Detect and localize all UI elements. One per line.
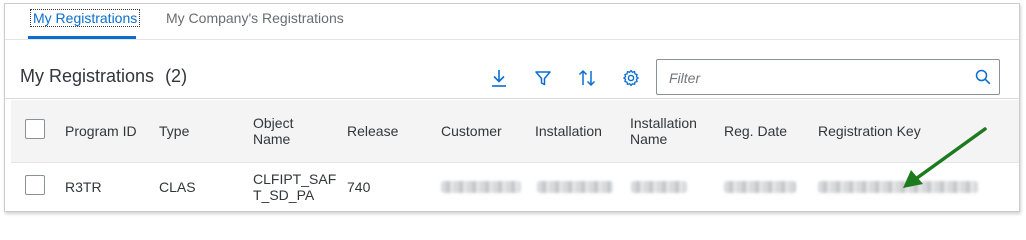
column-header-type[interactable]: Type [159,123,189,139]
tab-my-registrations[interactable]: My Registrations [30,9,141,27]
cell-installation-name-redacted [631,181,687,193]
column-header-program-id[interactable]: Program ID [65,123,137,139]
search-icon[interactable] [975,69,991,85]
tab-my-company-registrations-label: My Company's Registrations [166,10,344,26]
registrations-panel: My Registrations My Company's Registrati… [4,3,1020,212]
tab-my-registrations-label: My Registrations [30,9,141,27]
filter-input[interactable] [667,67,961,89]
table-header-row: Program ID Type Object Name Release Cust… [11,100,1019,163]
column-header-release[interactable]: Release [347,123,398,139]
sort-icon[interactable] [576,67,598,89]
column-header-customer[interactable]: Customer [441,123,502,139]
cell-release: 740 [347,179,371,195]
filter-search-field[interactable] [656,59,1000,95]
settings-icon[interactable] [620,67,642,89]
cell-program-id: R3TR [65,179,102,195]
column-header-installation[interactable]: Installation [535,123,602,139]
active-tab-indicator [28,36,136,39]
column-header-installation-name[interactable]: Installation Name [630,115,697,147]
annotation-arrow-icon [903,127,987,188]
filter-icon[interactable] [532,67,554,89]
tab-my-company-registrations[interactable]: My Company's Registrations [166,10,344,26]
row-select-checkbox[interactable] [25,175,45,195]
select-all-checkbox[interactable] [25,119,45,139]
cell-type: CLAS [159,179,196,195]
download-icon[interactable] [488,67,510,89]
cell-installation-redacted [537,181,613,193]
column-header-reg-date[interactable]: Reg. Date [724,123,787,139]
table-row[interactable]: R3TR CLAS CLFIPT_SAF T_SD_PA 740 [11,163,1019,211]
table-row-count: (2) [165,66,188,86]
cell-object-name: CLFIPT_SAF T_SD_PA [253,171,337,203]
column-header-object-name[interactable]: Object Name [253,115,293,147]
table-title-text: My Registrations [20,66,155,86]
cell-reg-date-redacted [724,181,796,193]
cell-customer-redacted [441,181,521,193]
tab-bar: My Registrations My Company's Registrati… [5,4,1019,40]
table-title: My Registrations (2) [20,66,187,87]
